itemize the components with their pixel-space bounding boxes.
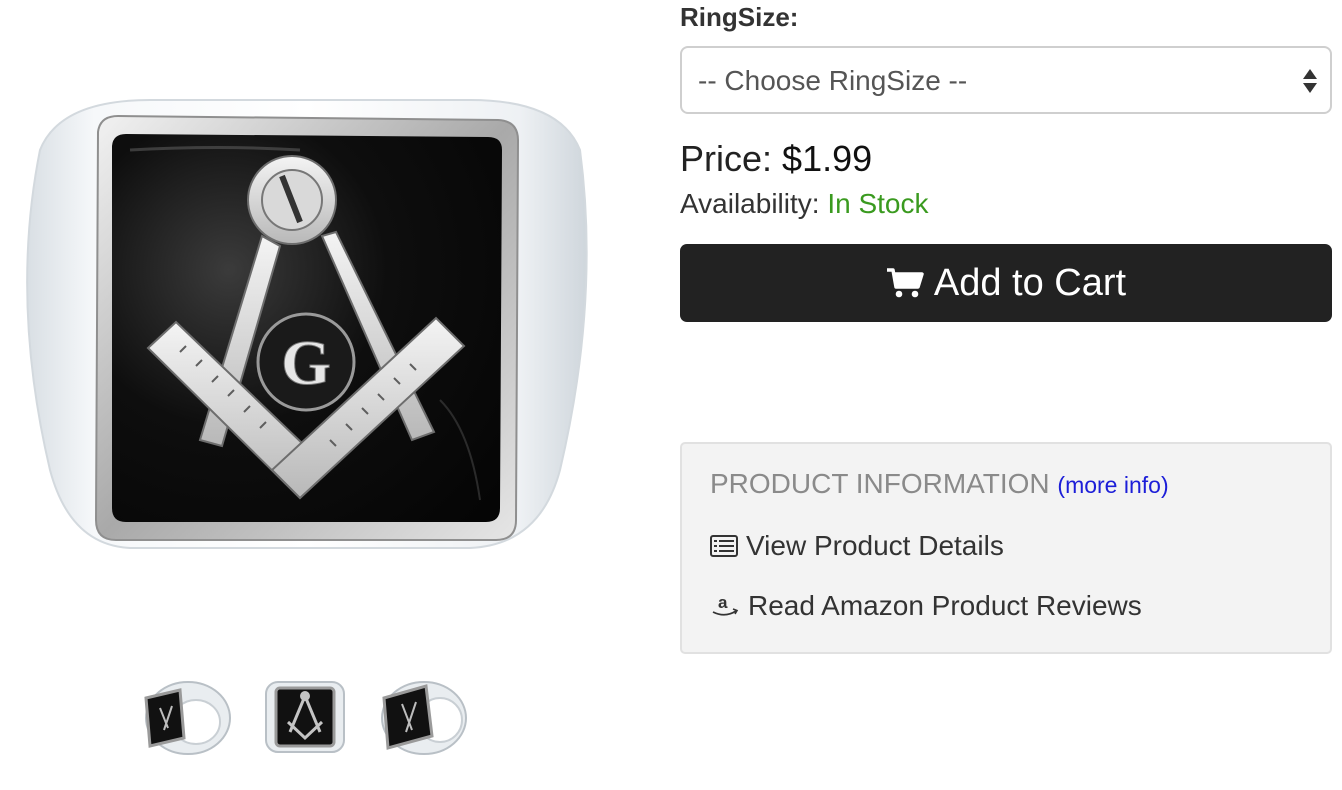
price: Price: $1.99 xyxy=(680,138,872,180)
read-amazon-reviews-label: Read Amazon Product Reviews xyxy=(748,590,1142,621)
view-product-details-label: View Product Details xyxy=(746,530,1004,561)
product-information-heading: PRODUCT INFORMATION (more info) xyxy=(710,468,1169,500)
thumbnail-angled-right[interactable] xyxy=(376,668,474,766)
product-main-image[interactable]: G xyxy=(0,0,620,645)
ring-illustration: G xyxy=(26,99,588,549)
availability-status: In Stock xyxy=(827,188,929,219)
thumbnail-strip xyxy=(136,668,474,766)
product-information-title: PRODUCT INFORMATION xyxy=(710,468,1050,499)
shopping-cart-icon xyxy=(886,268,924,298)
ring-thumbnail-icon xyxy=(381,681,467,755)
ring-size-select[interactable]: -- Choose RingSize -- xyxy=(680,46,1332,114)
product-information-box: PRODUCT INFORMATION (more info) View Pro… xyxy=(680,442,1332,654)
amazon-icon: a xyxy=(712,593,739,616)
availability-label: Availability: xyxy=(680,188,820,219)
svg-text:a: a xyxy=(718,593,728,612)
ring-thumbnail-icon xyxy=(265,681,345,753)
select-arrows-icon xyxy=(1303,69,1317,93)
price-value: $1.99 xyxy=(782,138,873,179)
ring-size-selected-value: -- Choose RingSize -- xyxy=(698,65,968,96)
thumbnail-front[interactable] xyxy=(256,668,354,766)
svg-text:G: G xyxy=(281,327,331,398)
view-product-details-link[interactable]: View Product Details xyxy=(710,530,1004,562)
price-label: Price: xyxy=(680,138,773,179)
list-icon xyxy=(710,535,738,557)
read-amazon-reviews-link[interactable]: a Read Amazon Product Reviews xyxy=(710,590,1142,622)
ring-size-label: RingSize: xyxy=(680,2,799,32)
availability: Availability: In Stock xyxy=(680,188,929,220)
ring-thumbnail-icon xyxy=(144,681,231,755)
product-gallery: G xyxy=(0,0,620,790)
thumbnail-angled-left[interactable] xyxy=(136,668,234,766)
add-to-cart-button[interactable]: Add to Cart xyxy=(680,244,1332,322)
more-info-link[interactable]: (more info) xyxy=(1057,472,1168,498)
add-to-cart-label: Add to Cart xyxy=(933,261,1127,304)
